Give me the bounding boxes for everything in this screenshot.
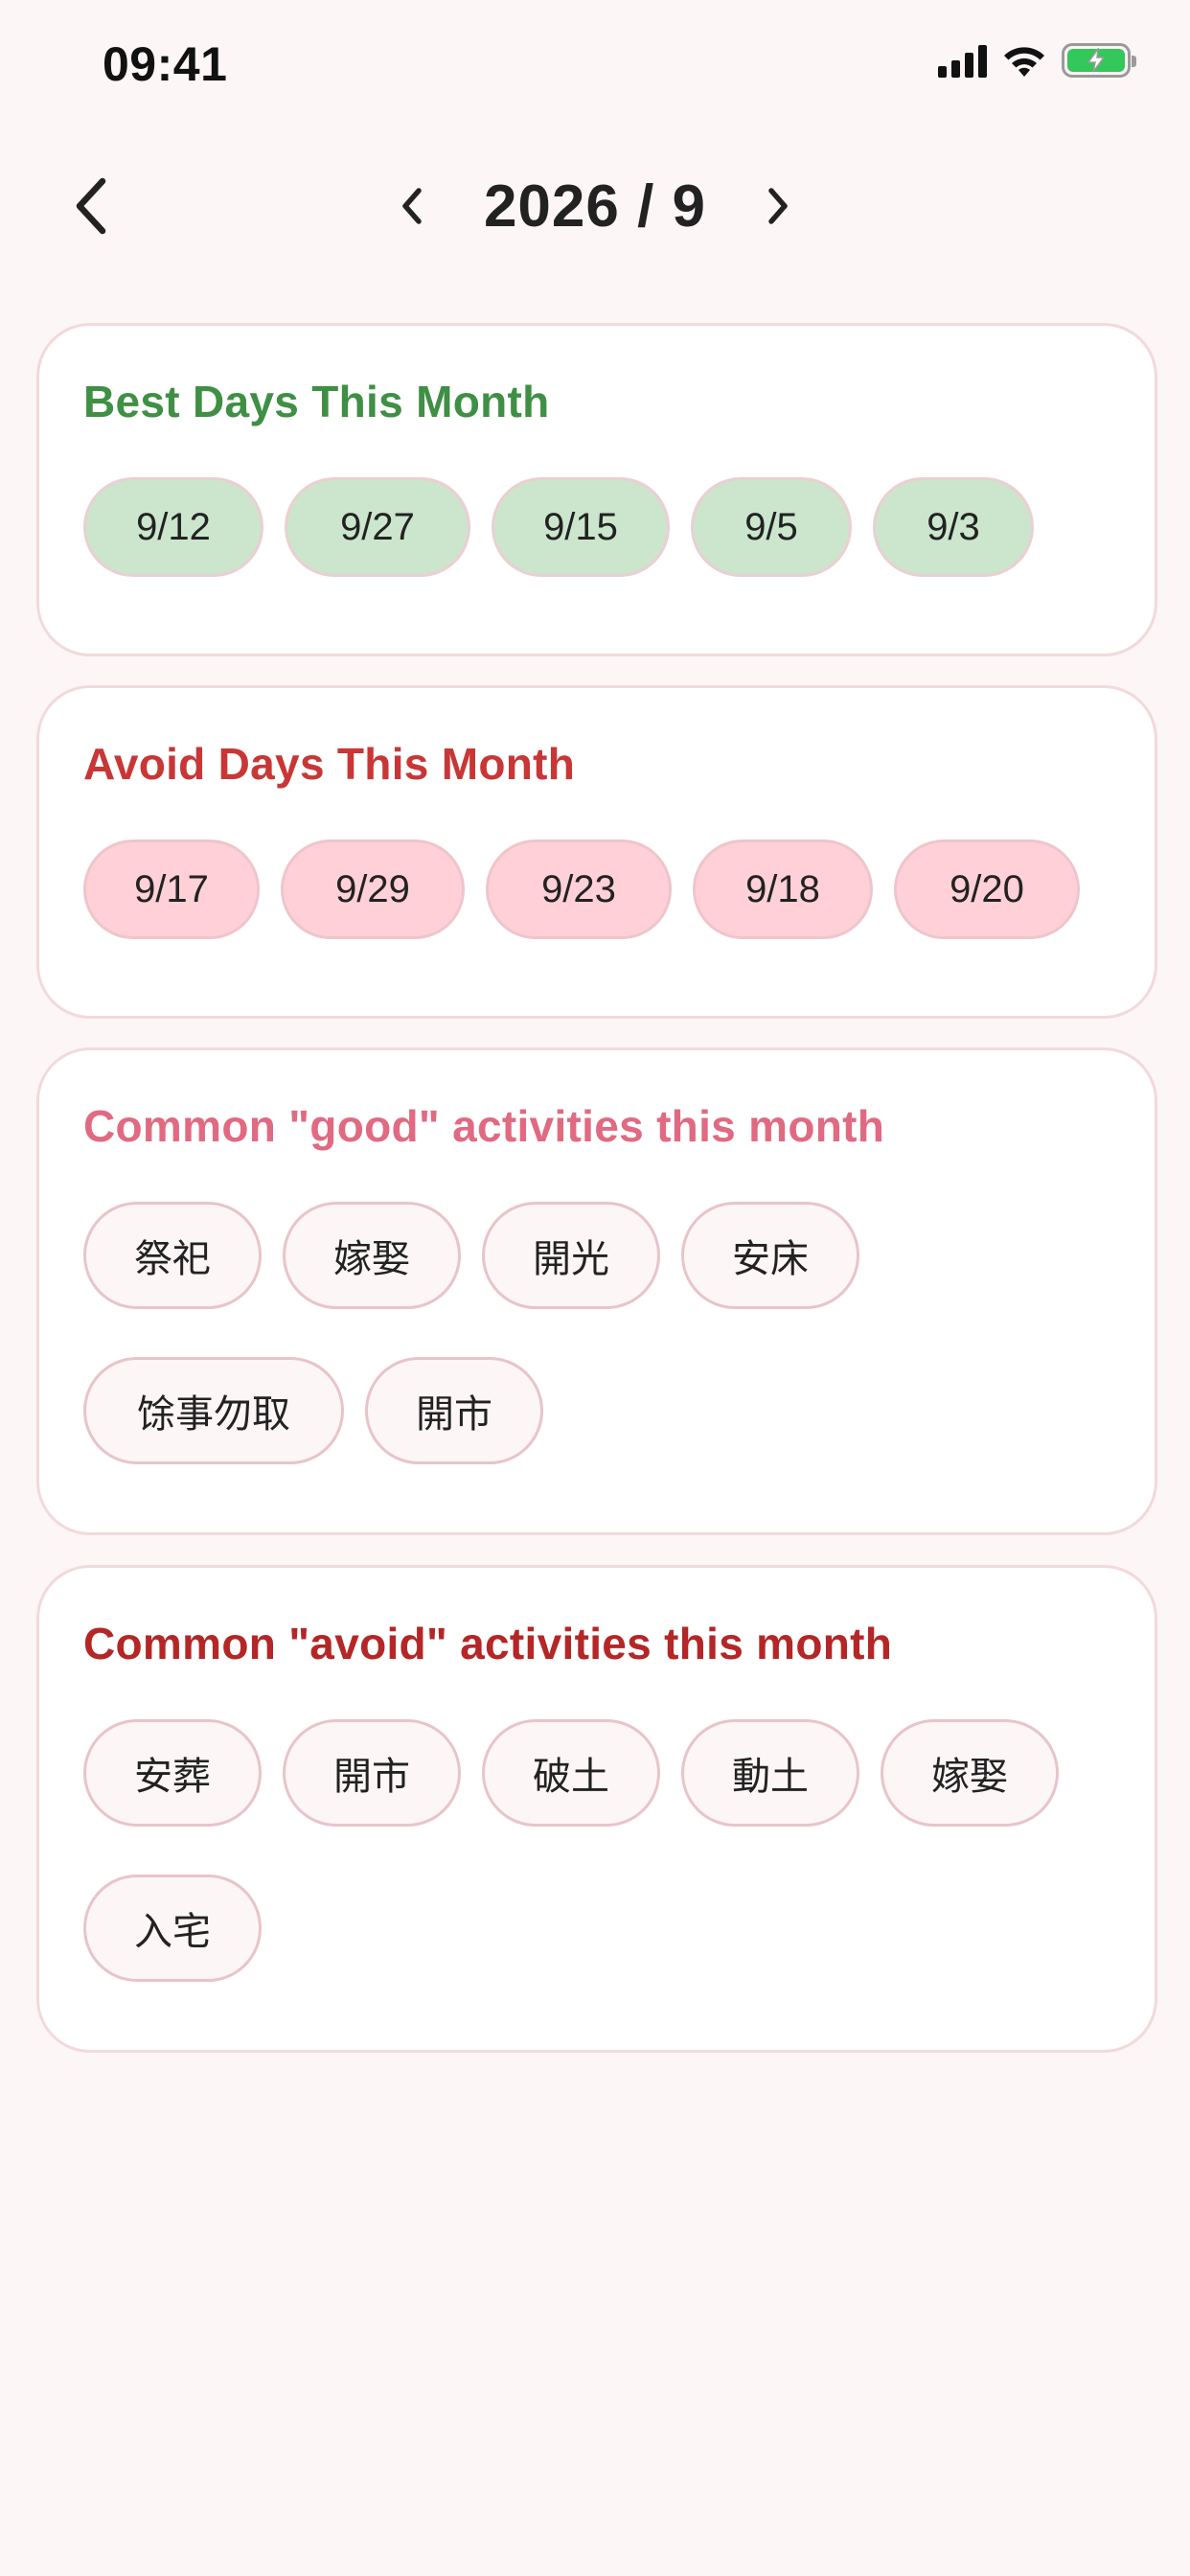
avoid-activity-chip[interactable]: 嫁娶 [881, 1719, 1059, 1827]
avoid-activity-chip[interactable]: 安葬 [83, 1719, 262, 1827]
avoid-activities-chips: 安葬 開市 破土 動土 嫁娶 入宅 [83, 1719, 1110, 1982]
avoid-activity-chip[interactable]: 破土 [482, 1719, 660, 1827]
avoid-day-chip[interactable]: 9/23 [486, 840, 672, 939]
month-navigator: 2026 / 9 [0, 153, 1190, 259]
avoid-activities-title: Common "avoid" activities this month [83, 1619, 893, 1668]
status-icons [938, 42, 1136, 79]
best-day-chip[interactable]: 9/12 [83, 477, 263, 577]
good-activity-chip[interactable]: 馀事勿取 [83, 1357, 344, 1464]
avoid-days-title: Avoid Days This Month [83, 739, 576, 789]
avoid-activities-card: Common "avoid" activities this month 安葬 … [36, 1565, 1157, 2053]
avoid-days-card: Avoid Days This Month 9/17 9/29 9/23 9/1… [36, 685, 1157, 1019]
chevron-right-icon [768, 188, 788, 224]
good-activities-chips: 祭祀 嫁娶 開光 安床 馀事勿取 開市 [83, 1202, 1110, 1464]
good-activities-title: Common "good" activities this month [83, 1101, 885, 1151]
wifi-icon [1004, 47, 1044, 77]
good-activity-chip[interactable]: 開市 [365, 1357, 543, 1464]
best-day-chip[interactable]: 9/5 [691, 477, 852, 577]
avoid-day-chip[interactable]: 9/29 [281, 840, 465, 939]
avoid-day-chip[interactable]: 9/17 [83, 840, 260, 939]
nav-bar: 2026 / 9 [0, 153, 1190, 259]
cellular-signal-icon [938, 43, 987, 78]
status-bar: 09:41 [0, 0, 1190, 134]
good-activity-chip[interactable]: 祭祀 [83, 1202, 262, 1309]
avoid-activity-chip[interactable]: 入宅 [83, 1874, 262, 1982]
best-day-chip[interactable]: 9/27 [285, 477, 470, 577]
good-activity-chip[interactable]: 嫁娶 [283, 1202, 461, 1309]
best-days-card: Best Days This Month 9/12 9/27 9/15 9/5 … [36, 323, 1157, 656]
avoid-activity-chip[interactable]: 動土 [681, 1719, 859, 1827]
chevron-left-icon [402, 188, 422, 224]
best-days-chips: 9/12 9/27 9/15 9/5 9/3 [83, 477, 1110, 577]
best-day-chip[interactable]: 9/3 [873, 477, 1034, 577]
avoid-days-chips: 9/17 9/29 9/23 9/18 9/20 [83, 840, 1110, 939]
status-time: 09:41 [103, 37, 228, 91]
back-button[interactable] [57, 172, 125, 240]
good-activities-card: Common "good" activities this month 祭祀 嫁… [36, 1047, 1157, 1535]
avoid-day-chip[interactable]: 9/18 [693, 840, 873, 939]
next-month-button[interactable] [754, 177, 802, 235]
best-day-chip[interactable]: 9/15 [492, 477, 670, 577]
good-activity-chip[interactable]: 開光 [482, 1202, 660, 1309]
avoid-activity-chip[interactable]: 開市 [283, 1719, 461, 1827]
month-title: 2026 / 9 [483, 172, 707, 240]
previous-month-button[interactable] [388, 177, 436, 235]
battery-icon [1062, 43, 1136, 78]
good-activity-chip[interactable]: 安床 [681, 1202, 859, 1309]
best-days-title: Best Days This Month [83, 377, 550, 426]
avoid-day-chip[interactable]: 9/20 [894, 840, 1080, 939]
back-arrow-icon [76, 177, 106, 235]
